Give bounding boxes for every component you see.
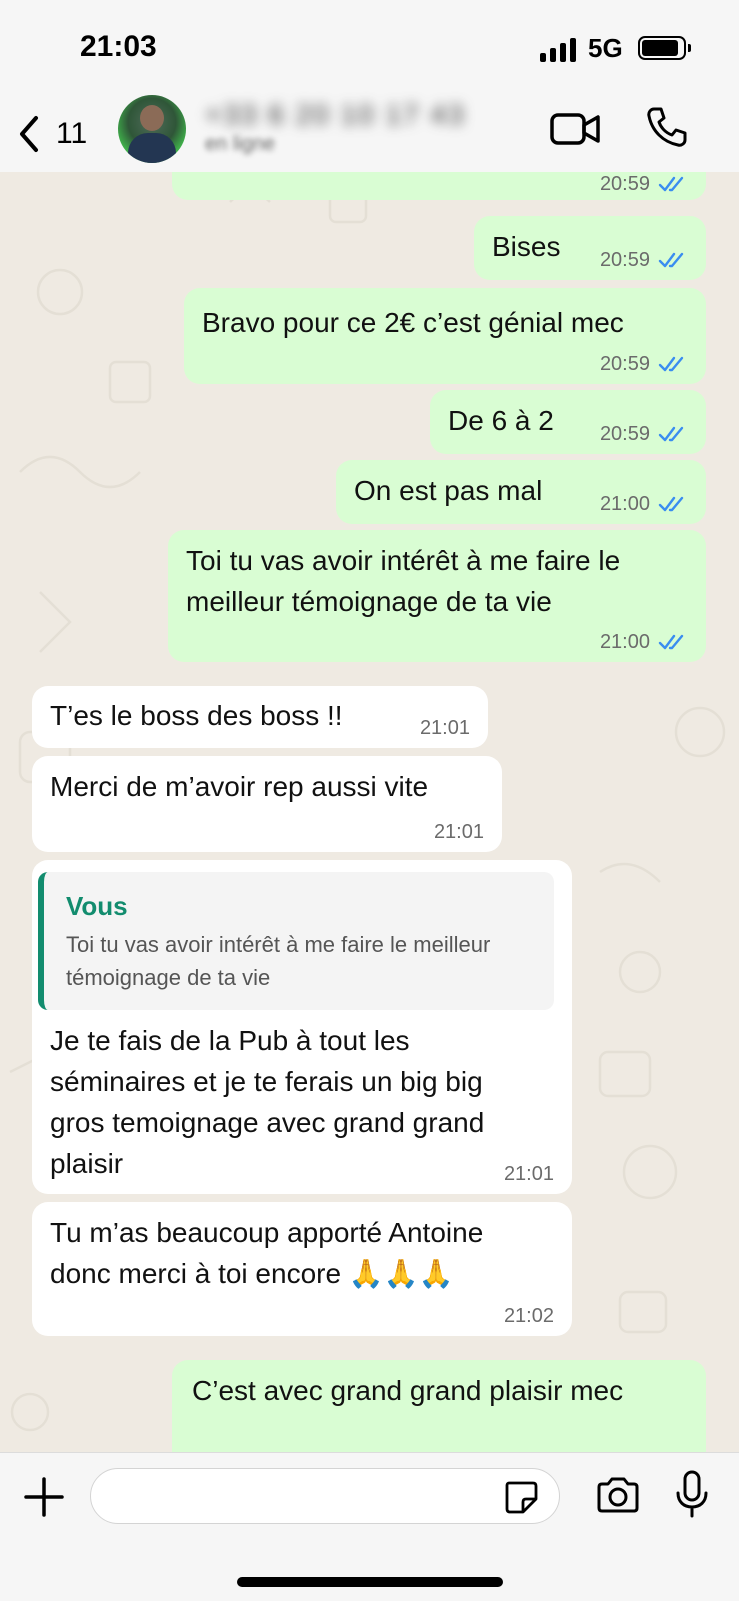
- status-bar: 21:03 5G: [0, 0, 739, 95]
- message-meta: 21:01: [434, 820, 484, 844]
- camera-icon[interactable]: [595, 1475, 641, 1515]
- message-time: 20:59: [599, 173, 650, 195]
- double-check-icon: [658, 252, 684, 268]
- network-label: 5G: [588, 33, 623, 63]
- double-check-icon: [658, 496, 684, 512]
- message-time: 21:01: [503, 1163, 554, 1185]
- back-button[interactable]: 11: [14, 109, 104, 159]
- chat-area[interactable]: 20:59 Bises 20:59 Bravo pour ce 2€ c’est…: [0, 172, 739, 1452]
- message-time: 20:59: [599, 353, 650, 375]
- sticker-icon[interactable]: [503, 1479, 539, 1515]
- signal-icon: [540, 38, 576, 62]
- double-check-icon: [658, 426, 684, 442]
- avatar[interactable]: [118, 95, 186, 163]
- contact-status: en ligne: [205, 133, 276, 155]
- message-meta: 21:02: [504, 1304, 554, 1328]
- phone-icon[interactable]: [645, 105, 689, 149]
- message-meta: 20:59: [600, 352, 688, 376]
- message-meta: 20:59: [600, 248, 688, 272]
- chevron-left-icon: [20, 116, 38, 152]
- video-call-icon[interactable]: [550, 109, 602, 149]
- message-time: 21:01: [419, 717, 470, 739]
- unread-count: 11: [56, 117, 88, 150]
- message-outgoing[interactable]: De 6 à 2 20:59: [430, 390, 706, 454]
- battery-icon: [638, 36, 691, 60]
- message-outgoing[interactable]: 20:59: [172, 172, 706, 200]
- message-incoming[interactable]: Merci de m’avoir rep aussi vite 21:01: [32, 756, 502, 852]
- double-check-icon: [658, 176, 684, 192]
- message-outgoing[interactable]: Bravo pour ce 2€ c’est génial mec 20:59: [184, 288, 706, 384]
- message-outgoing[interactable]: Bises 20:59: [474, 216, 706, 280]
- message-time: 21:01: [433, 821, 484, 843]
- message-time: 20:59: [599, 423, 650, 445]
- clock: 21:03: [80, 30, 157, 63]
- quote-text: Toi tu vas avoir intérêt à me faire le m…: [66, 932, 491, 990]
- message-incoming-reply[interactable]: Vous Toi tu vas avoir intérêt à me faire…: [32, 860, 572, 1194]
- message-time: 21:02: [503, 1305, 554, 1327]
- message-input[interactable]: [90, 1468, 560, 1524]
- message-time: 21:00: [599, 493, 650, 515]
- quoted-message[interactable]: Vous Toi tu vas avoir intérêt à me faire…: [38, 872, 554, 1010]
- message-outgoing[interactable]: Toi tu vas avoir intérêt à me faire le m…: [168, 530, 706, 662]
- message-outgoing[interactable]: On est pas mal 21:00: [336, 460, 706, 524]
- message-meta: 21:01: [504, 1162, 554, 1186]
- message-incoming[interactable]: Tu m’as beaucoup apporté Antoine donc me…: [32, 1202, 572, 1336]
- home-indicator: [237, 1577, 503, 1587]
- quote-author: Vous: [66, 891, 128, 921]
- chat-header: 11 +33 6 20 10 17 43 en ligne: [0, 95, 739, 173]
- contact-info[interactable]: +33 6 20 10 17 43 en ligne: [205, 99, 466, 156]
- message-meta: 20:59: [600, 172, 688, 196]
- double-check-icon: [658, 356, 684, 372]
- message-meta: 20:59: [600, 422, 688, 446]
- message-outgoing[interactable]: C’est avec grand grand plaisir mec: [172, 1360, 706, 1452]
- composer-bar: [0, 1452, 739, 1601]
- message-meta: 21:01: [420, 716, 470, 740]
- message-time: 20:59: [599, 249, 650, 271]
- message-meta: 21:00: [600, 492, 688, 516]
- contact-name: +33 6 20 10 17 43: [205, 99, 466, 130]
- plus-icon[interactable]: [22, 1475, 66, 1519]
- message-meta: 21:00: [600, 630, 688, 654]
- microphone-icon[interactable]: [675, 1469, 709, 1519]
- message-incoming[interactable]: T’es le boss des boss !! 21:01: [32, 686, 488, 748]
- double-check-icon: [658, 634, 684, 650]
- message-time: 21:00: [599, 631, 650, 653]
